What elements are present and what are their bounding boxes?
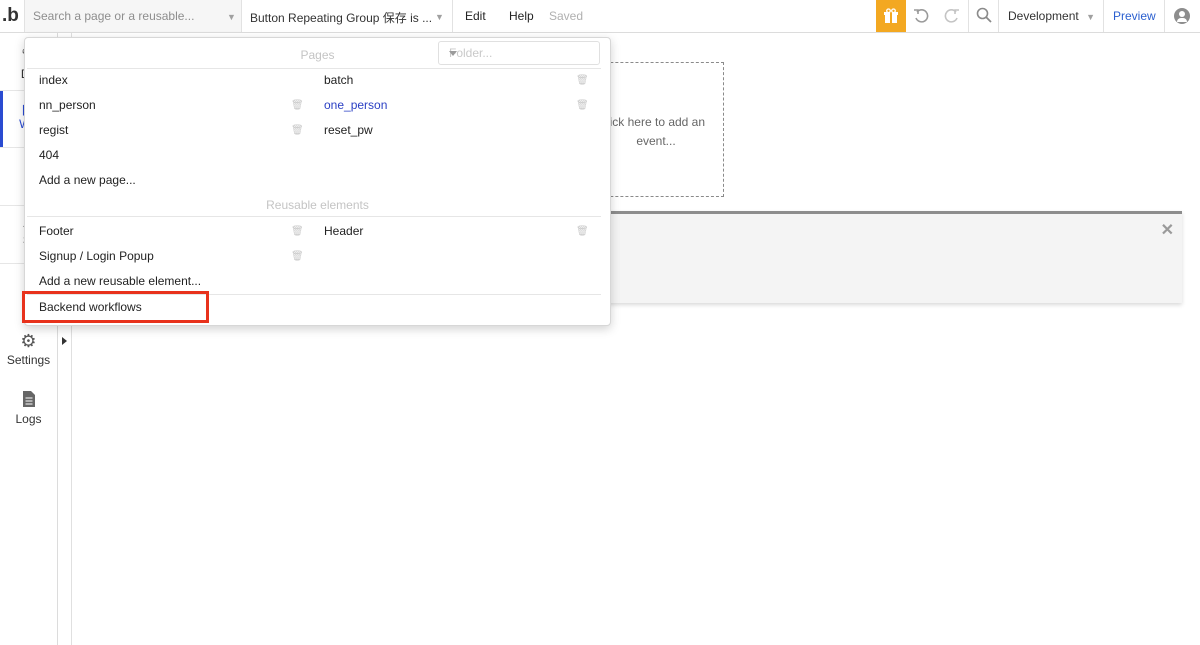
bubble-logo[interactable]: .b <box>2 5 19 27</box>
chevron-down-icon[interactable]: ▼ <box>227 12 236 22</box>
help-menu[interactable]: Help <box>509 9 534 23</box>
element-selector-label: Button Repeating Group 保存 is ... <box>250 11 433 25</box>
close-icon[interactable]: ✕ <box>1161 220 1174 240</box>
trash-icon[interactable]: 🗑 <box>291 125 304 136</box>
saved-status: Saved <box>549 9 584 23</box>
page-search-box[interactable]: ▼ <box>24 0 242 32</box>
undo-icon[interactable] <box>913 7 929 27</box>
reusable-section-header: Reusable elements <box>266 198 369 212</box>
add-new-reusable-button[interactable]: Add a new reusable element... <box>39 274 201 288</box>
expand-panel-arrow-icon[interactable] <box>62 337 67 345</box>
search-input[interactable] <box>31 8 215 24</box>
environment-label: Development <box>1008 9 1079 23</box>
divider <box>27 68 601 69</box>
search-icon[interactable] <box>976 7 992 27</box>
toolbar-divider <box>1103 0 1104 32</box>
element-selector[interactable]: Button Repeating Group 保存 is ... ▼ <box>241 0 453 32</box>
toolbar-divider <box>968 0 969 32</box>
toolbar-divider <box>1164 0 1165 32</box>
preview-button[interactable]: Preview <box>1113 9 1156 23</box>
add-event-label: lick here to add an event... <box>606 115 706 148</box>
sidebar-item-label: Logs <box>15 412 42 426</box>
add-new-page-button[interactable]: Add a new page... <box>39 173 136 187</box>
trash-icon[interactable]: 🗑 <box>576 75 589 86</box>
trash-icon[interactable]: 🗑 <box>291 226 304 237</box>
reusable-item-signup-login-popup[interactable]: Signup / Login Popup <box>39 249 154 263</box>
divider <box>27 216 601 217</box>
page-item-404[interactable]: 404 <box>39 148 59 162</box>
top-toolbar: .b ▼ Button Repeating Group 保存 is ... ▼ … <box>0 0 1200 33</box>
trash-icon[interactable]: 🗑 <box>576 100 589 111</box>
gear-icon: ⚙ <box>20 331 37 351</box>
edit-menu[interactable]: Edit <box>465 9 486 23</box>
document-icon <box>0 390 57 412</box>
page-item-regist[interactable]: regist <box>39 123 68 137</box>
page-item-batch[interactable]: batch <box>324 73 353 87</box>
user-account-icon[interactable] <box>1174 8 1190 24</box>
gift-icon[interactable] <box>876 0 906 32</box>
sidebar-item-settings[interactable]: ⚙ Settings <box>0 327 57 383</box>
sidebar-item-logs[interactable]: Logs <box>0 386 57 442</box>
page-selector-dropdown: Pages Folder... index nn_person 🗑 regist… <box>24 37 611 326</box>
chevron-down-icon: ▼ <box>1086 12 1095 22</box>
reusable-item-footer[interactable]: Footer <box>39 224 74 238</box>
reusable-item-header[interactable]: Header <box>324 224 363 238</box>
page-item-index[interactable]: index <box>39 73 68 87</box>
folder-select[interactable]: Folder... <box>438 41 600 65</box>
environment-selector[interactable]: Development ▼ <box>1008 9 1095 23</box>
page-item-nn-person[interactable]: nn_person <box>39 98 96 112</box>
toolbar-divider <box>998 0 999 32</box>
page-item-reset-pw[interactable]: reset_pw <box>324 123 373 137</box>
sidebar-item-label: Settings <box>6 353 51 367</box>
property-panel: ✕ <box>600 211 1182 303</box>
trash-icon[interactable]: 🗑 <box>291 251 304 262</box>
trash-icon[interactable]: 🗑 <box>291 100 304 111</box>
chevron-down-icon <box>449 51 457 56</box>
redo-icon[interactable] <box>944 7 960 27</box>
chevron-down-icon[interactable]: ▼ <box>435 12 444 22</box>
page-item-one-person[interactable]: one_person <box>324 98 387 112</box>
trash-icon[interactable]: 🗑 <box>576 226 589 237</box>
highlight-box <box>22 291 209 323</box>
